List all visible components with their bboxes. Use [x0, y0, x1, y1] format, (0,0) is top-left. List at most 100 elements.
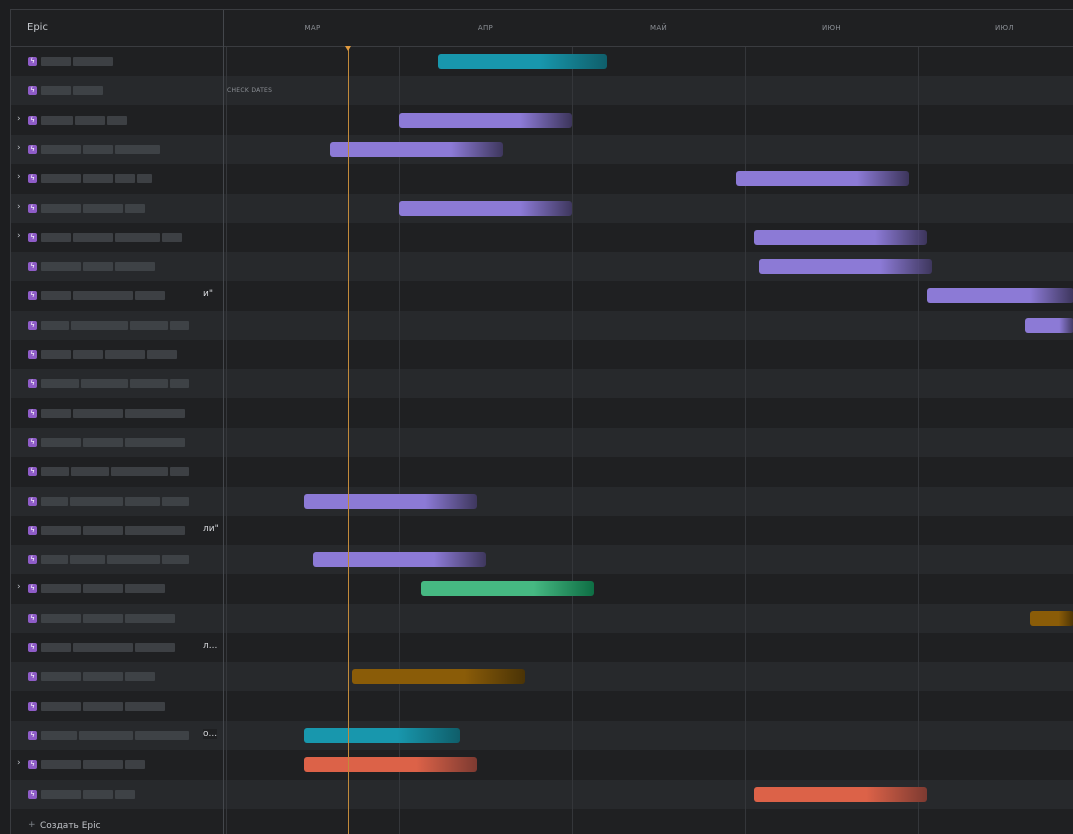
epic-row-label[interactable]: ϟ [11, 779, 223, 809]
obscured-text [137, 174, 152, 184]
epic-row-label[interactable]: › ϟ [11, 164, 223, 194]
obscured-text [125, 760, 145, 770]
epic-timeline-bar[interactable] [303, 493, 477, 509]
obscured-text [83, 584, 123, 594]
obscured-text [124, 496, 161, 506]
epic-list-panel: Epic + Создать Epic ϟ ϟ › ϟ › ϟ › ϟ › ϟ › ϟ ϟ ϟ и" ϟ ϟ ϟ ϟ… [11, 10, 224, 834]
epic-name [41, 787, 191, 802]
obscured-text [125, 584, 165, 594]
epic-timeline-bar[interactable] [753, 229, 927, 245]
epic-row-label[interactable]: › ϟ [11, 750, 223, 780]
obscured-text [41, 203, 81, 213]
obscured-text [41, 174, 81, 184]
epic-row-label[interactable]: › ϟ [11, 134, 223, 164]
obscured-text [83, 701, 123, 711]
obscured-text [80, 379, 129, 389]
epic-row-label[interactable]: › ϟ [11, 193, 223, 223]
obscured-text [41, 57, 71, 66]
epic-name-trail: ли" [203, 523, 219, 534]
epic-name [41, 611, 191, 626]
epic-row-label[interactable]: ϟ [11, 252, 223, 282]
month-gridline [918, 10, 919, 834]
epic-row-label[interactable]: ϟ [11, 457, 223, 487]
obscured-text [170, 379, 189, 389]
epic-row-label[interactable]: ϟ [11, 398, 223, 428]
epic-timeline-bar[interactable] [1025, 317, 1073, 333]
epic-row-label[interactable]: › ϟ [11, 574, 223, 604]
obscured-text [125, 408, 185, 418]
epic-lightning-icon: ϟ [28, 57, 37, 66]
obscured-text [115, 232, 160, 242]
epic-timeline-bar[interactable] [352, 669, 526, 685]
epic-lightning-icon: ϟ [28, 291, 37, 301]
epic-name [41, 230, 191, 245]
chevron-right-icon[interactable]: › [17, 758, 25, 768]
epic-lightning-icon: ϟ [28, 379, 37, 389]
epic-timeline-bar[interactable] [421, 581, 595, 597]
epic-name [41, 640, 191, 655]
epic-name [41, 699, 191, 714]
epic-timeline-bar[interactable] [303, 727, 460, 743]
obscured-text [115, 174, 135, 184]
epic-timeline-bar[interactable] [926, 288, 1073, 304]
chevron-right-icon[interactable]: › [17, 143, 25, 153]
obscured-text [41, 467, 70, 477]
epic-row-label[interactable]: ϟ [11, 369, 223, 399]
obscured-text [83, 262, 113, 272]
month-gridline [399, 10, 400, 834]
epic-row-label[interactable]: ϟ [11, 662, 223, 692]
epic-name-trail: и" [203, 289, 213, 300]
epic-lightning-icon: ϟ [28, 643, 37, 652]
epic-row-label[interactable]: ϟ [11, 545, 223, 575]
epic-name [41, 259, 191, 274]
epic-timeline-bar[interactable] [399, 200, 572, 216]
epic-row-label[interactable]: ϟ [11, 691, 223, 721]
epic-timeline-bar[interactable] [312, 552, 486, 568]
obscured-text [125, 203, 145, 213]
epic-row-label[interactable]: ϟ и" [11, 281, 223, 311]
epic-row-label[interactable]: ϟ л... [11, 633, 223, 662]
chevron-right-icon[interactable]: › [17, 202, 25, 212]
obscured-text [125, 525, 185, 535]
epic-timeline-bar[interactable] [1030, 610, 1073, 626]
obscured-text [130, 320, 169, 330]
epic-row-label[interactable]: ϟ [11, 340, 223, 369]
epic-row-label[interactable]: ϟ ли" [11, 515, 223, 545]
obscured-text [73, 232, 113, 242]
obscured-text [83, 760, 123, 770]
obscured-text [41, 232, 71, 242]
obscured-text [41, 320, 70, 330]
epic-name [41, 581, 191, 596]
epic-timeline-bar[interactable] [736, 171, 910, 187]
chevron-right-icon[interactable]: › [17, 231, 25, 241]
epic-row-label[interactable]: ϟ [11, 310, 223, 340]
obscured-text [41, 379, 79, 389]
epic-row-label[interactable]: ϟ [11, 47, 223, 76]
obscured-text [41, 643, 71, 652]
epic-timeline-bar[interactable] [329, 141, 503, 157]
obscured-text [170, 320, 189, 330]
epic-timeline-bar[interactable] [399, 112, 572, 128]
create-epic-button[interactable]: + Создать Epic [11, 818, 223, 834]
epic-timeline-bar[interactable] [437, 54, 607, 69]
obscured-text [105, 350, 145, 359]
epic-row-label[interactable]: ϟ [11, 486, 223, 516]
epic-row-label[interactable]: › ϟ [11, 105, 223, 135]
month-label: МАЙ [650, 24, 667, 32]
chevron-right-icon[interactable]: › [17, 582, 25, 592]
epic-timeline-bar[interactable] [753, 786, 927, 802]
epic-row-label[interactable]: ϟ о... [11, 720, 223, 750]
epic-name [41, 142, 191, 157]
epic-lightning-icon: ϟ [28, 555, 37, 565]
epic-row-label[interactable]: ϟ [11, 76, 223, 106]
chevron-right-icon[interactable]: › [17, 114, 25, 124]
epic-row-label[interactable]: › ϟ [11, 222, 223, 252]
chevron-right-icon[interactable]: › [17, 172, 25, 182]
epic-column-header[interactable]: Epic [11, 10, 223, 47]
epic-row-label[interactable]: ϟ [11, 427, 223, 457]
epic-timeline-bar[interactable] [758, 259, 932, 275]
epic-row-label[interactable]: ϟ [11, 603, 223, 633]
obscured-text [41, 144, 81, 154]
epic-timeline-bar[interactable] [303, 757, 477, 773]
check-dates-label[interactable]: CHECK DATES [227, 87, 272, 94]
